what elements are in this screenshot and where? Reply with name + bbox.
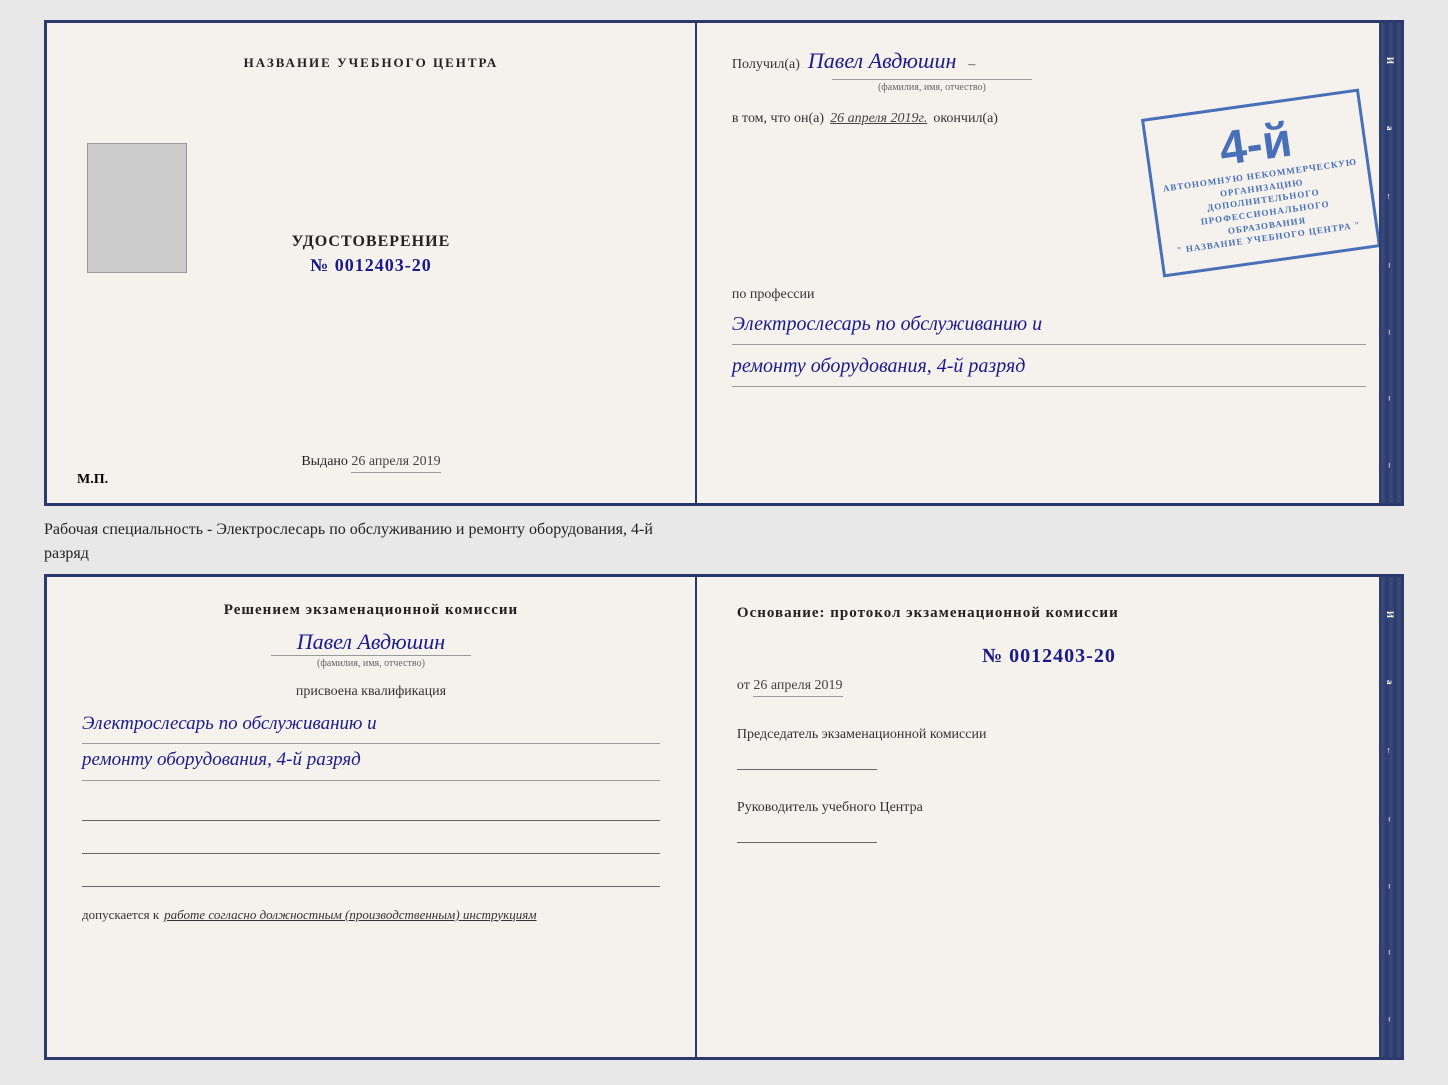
profession-line1-top: Электрослесарь по обслуживанию и [732, 308, 1366, 345]
top-title: НАЗВАНИЕ УЧЕБНОГО ЦЕНТРА [244, 53, 499, 73]
rukovoditel-label: Руководитель учебного Центра [737, 800, 1361, 816]
right-spine: И а ← – – – – [1379, 23, 1401, 503]
recipient-name: Павел Авдюшин [808, 48, 956, 74]
bottom-name: Павел Авдюшин [82, 629, 660, 655]
rukovoditel-sig [737, 821, 877, 843]
stamp-overlay: 4-й АВТОНОМНУЮ НЕКОММЕРЧЕСКУЮ ОРГАНИЗАЦИ… [1141, 88, 1381, 277]
rukovoditel-block: Руководитель учебного Центра [737, 800, 1361, 843]
ot-line: от 26 апреля 2019 [737, 678, 1361, 697]
vtom-label: в том, что он(a) [732, 111, 824, 127]
resheniem-title: Решением экзаменационной комиссии [82, 602, 660, 619]
ot-label: от [737, 678, 750, 693]
dopuskaetsya-value: работе согласно должностным (производств… [164, 907, 536, 923]
predsedatel-label: Председатель экзаменационной комиссии [737, 727, 1361, 743]
okonchil-label: окончил(а) [933, 111, 998, 127]
top-left-panel: НАЗВАНИЕ УЧЕБНОГО ЦЕНТРА УДОСТОВЕРЕНИЕ №… [47, 23, 697, 503]
photo-placeholder [87, 143, 187, 273]
right-spine-bottom: И а ← – – – – [1379, 577, 1401, 1057]
top-document: НАЗВАНИЕ УЧЕБНОГО ЦЕНТРА УДОСТОВЕРЕНИЕ №… [44, 20, 1404, 506]
stamp-text-1: АВТОНОМНУЮ НЕКОММЕРЧЕСКУЮ ОРГАНИЗАЦИЮ ДО… [1161, 156, 1368, 258]
udostoverenie-title: УДОСТОВЕРЕНИЕ [292, 233, 451, 251]
protocol-number: № 0012403-20 [737, 645, 1361, 668]
vydano-date: 26 апреля 2019 [351, 454, 440, 473]
poluchil-label: Получил(a) [732, 57, 800, 73]
ot-date: 26 апреля 2019 [753, 678, 842, 697]
between-line1: Рабочая специальность - Электрослесарь п… [44, 518, 1404, 542]
dash-after-name: – [968, 57, 975, 73]
bottom-right-panel: Основание: протокол экзаменационной коми… [697, 577, 1401, 1057]
predsedatel-sig [737, 748, 877, 770]
sig-line-1 [82, 796, 660, 821]
bottom-profession-2: ремонту оборудования, 4-й разряд [82, 744, 660, 780]
fio-label-top: (фамилия, имя, отчество) [832, 79, 1032, 93]
top-right-panel: Получил(a) Павел Авдюшин – (фамилия, имя… [697, 23, 1401, 503]
dopuskaetsya-label: допускается к [82, 907, 159, 923]
vtom-date: 26 апреля 2019г. [830, 111, 927, 127]
bottom-left-panel: Решением экзаменационной комиссии Павел … [47, 577, 697, 1057]
bottom-profession-1: Электрослесарь по обслуживанию и [82, 708, 660, 744]
prisvoena-text: присвоена квалификация [82, 684, 660, 700]
po-professii-label: по профессии [732, 287, 1366, 303]
between-line2: разряд [44, 542, 1404, 566]
signature-lines [82, 796, 660, 887]
sig-line-3 [82, 862, 660, 887]
bottom-document: Решением экзаменационной комиссии Павел … [44, 574, 1404, 1060]
vydano-line: Выдано 26 апреля 2019 [301, 434, 440, 473]
udostoverenie-number: № 0012403-20 [292, 255, 451, 276]
mp-label: М.П. [77, 472, 108, 488]
sig-line-2 [82, 829, 660, 854]
dopuskaetsya-block: допускается к работе согласно должностны… [82, 907, 660, 923]
fio-label-bottom: (фамилия, имя, отчество) [271, 655, 471, 669]
vydano-label: Выдано [301, 454, 348, 469]
between-text: Рабочая специальность - Электрослесарь п… [44, 518, 1404, 566]
osnovanie-title: Основание: протокол экзаменационной коми… [737, 602, 1361, 625]
recipient-line: Получил(a) Павел Авдюшин – [732, 48, 1366, 74]
profession-line2-top: ремонту оборудования, 4-й разряд [732, 350, 1366, 387]
predsedatel-block: Председатель экзаменационной комиссии [737, 727, 1361, 770]
udostoverenie-block: УДОСТОВЕРЕНИЕ № 0012403-20 [292, 233, 451, 276]
